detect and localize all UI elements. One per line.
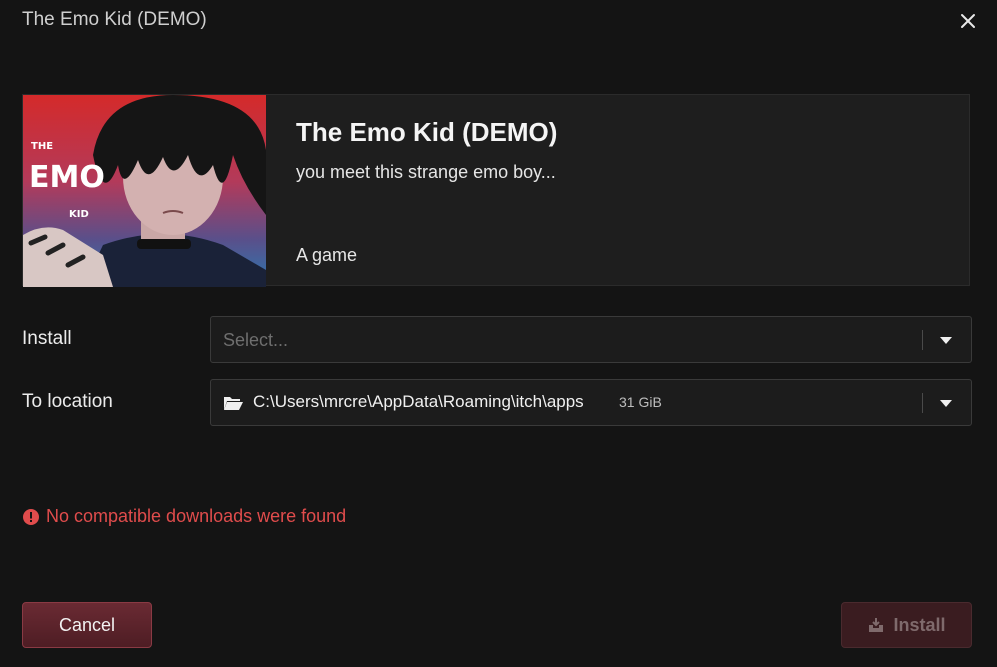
install-icon — [867, 617, 885, 633]
install-select-placeholder: Select... — [223, 330, 289, 350]
install-button[interactable]: Install — [841, 602, 972, 648]
select-separator — [922, 330, 923, 350]
error-text: No compatible downloads were found — [46, 506, 347, 526]
cancel-button[interactable]: Cancel — [22, 602, 152, 648]
cover-text-bottom: KID — [69, 209, 89, 220]
free-space: 31 GiB — [619, 394, 662, 410]
location-select[interactable]: C:\Users\mrcre\AppData\Roaming\itch\apps… — [210, 379, 972, 426]
chevron-down-icon[interactable] — [939, 335, 953, 345]
game-card: THE EMO KID The Emo Kid (DEMO) you meet … — [22, 94, 970, 287]
install-label: Install — [22, 328, 72, 349]
install-select[interactable]: Select... — [210, 316, 972, 363]
game-cover-image: THE EMO KID — [23, 95, 266, 287]
install-button-label: Install — [893, 614, 946, 635]
game-type: A game — [296, 245, 358, 265]
error-message: No compatible downloads were found — [22, 506, 346, 527]
close-icon — [961, 14, 975, 28]
cover-text-top: THE — [31, 141, 53, 152]
window-title: The Emo Kid (DEMO) — [22, 9, 207, 30]
cover-text-main: EMO — [29, 160, 105, 195]
location-path: C:\Users\mrcre\AppData\Roaming\itch\apps — [253, 392, 584, 411]
error-icon — [23, 508, 39, 525]
location-label: To location — [22, 391, 113, 412]
title-bar: The Emo Kid (DEMO) — [0, 0, 997, 40]
select-separator — [922, 393, 923, 413]
close-button[interactable] — [955, 8, 981, 34]
chevron-down-icon[interactable] — [939, 398, 953, 408]
game-description: you meet this strange emo boy... — [296, 162, 556, 182]
game-title: The Emo Kid (DEMO) — [296, 117, 558, 147]
folder-icon — [224, 397, 243, 410]
